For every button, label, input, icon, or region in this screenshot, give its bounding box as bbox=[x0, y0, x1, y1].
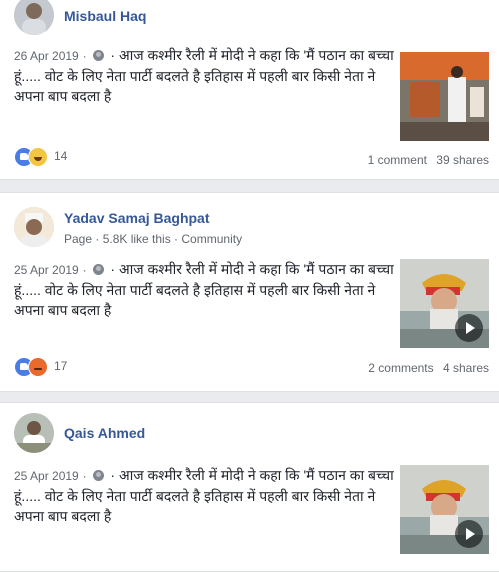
post-date[interactable]: 25 Apr 2019 bbox=[14, 469, 79, 483]
avatar[interactable] bbox=[14, 207, 54, 247]
reaction-count[interactable]: 14 bbox=[54, 149, 67, 163]
haha-icon bbox=[28, 147, 48, 167]
page-info: Page · 5.8K like this · Community bbox=[64, 232, 243, 246]
post-card: Qais Ahmed 25 Apr 2019 · · आज कश्मीर रैल… bbox=[0, 402, 499, 572]
avatar[interactable] bbox=[14, 0, 54, 35]
comments-link[interactable]: 1 comment bbox=[368, 153, 427, 167]
shares-link[interactable]: 4 shares bbox=[443, 361, 489, 375]
globe-icon bbox=[92, 264, 104, 275]
post-date[interactable]: 26 Apr 2019 bbox=[14, 49, 79, 63]
post-body: 25 Apr 2019 · · आज कश्मीर रैली में मोदी … bbox=[14, 259, 394, 320]
comments-link[interactable]: 2 comments bbox=[368, 361, 433, 375]
post-card: Misbaul Haq 26 Apr 2019 · · आज कश्मीर रै… bbox=[0, 0, 499, 180]
play-icon[interactable] bbox=[455, 520, 483, 548]
post-stats: 1 comment 39 shares bbox=[368, 153, 489, 167]
post-author[interactable]: Yadav Samaj Baghpat bbox=[64, 210, 210, 226]
post-body: 25 Apr 2019 · · आज कश्मीर रैली में मोदी … bbox=[14, 465, 394, 526]
separator: · bbox=[110, 261, 116, 277]
separator: · bbox=[82, 469, 87, 483]
separator: · bbox=[82, 263, 87, 277]
post-video[interactable] bbox=[400, 465, 489, 554]
post-date[interactable]: 25 Apr 2019 bbox=[14, 263, 79, 277]
separator: · bbox=[110, 467, 116, 483]
angry-icon bbox=[28, 357, 48, 377]
post-stats: 2 comments 4 shares bbox=[368, 361, 489, 375]
shares-link[interactable]: 39 shares bbox=[436, 153, 489, 167]
reaction-count[interactable]: 17 bbox=[54, 359, 67, 373]
post-author[interactable]: Qais Ahmed bbox=[64, 425, 145, 441]
globe-icon bbox=[92, 470, 104, 481]
play-icon[interactable] bbox=[455, 314, 483, 342]
post-card: Yadav Samaj Baghpat Page · 5.8K like thi… bbox=[0, 192, 499, 392]
post-author[interactable]: Misbaul Haq bbox=[64, 8, 146, 24]
separator: · bbox=[110, 47, 116, 63]
post-body: 26 Apr 2019 · · आज कश्मीर रैली में मोदी … bbox=[14, 45, 394, 106]
post-image[interactable] bbox=[400, 52, 489, 141]
avatar[interactable] bbox=[14, 413, 54, 453]
globe-icon bbox=[92, 50, 104, 61]
post-video[interactable] bbox=[400, 259, 489, 348]
separator: · bbox=[82, 49, 87, 63]
